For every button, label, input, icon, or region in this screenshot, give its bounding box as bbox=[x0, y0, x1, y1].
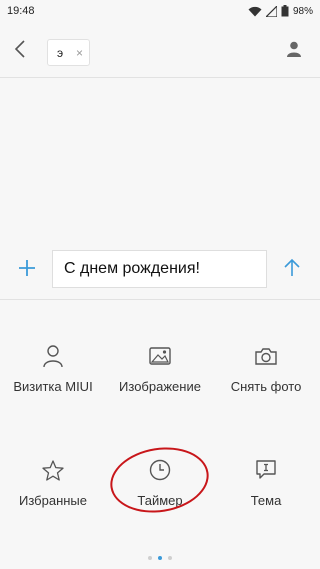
back-button[interactable] bbox=[6, 37, 34, 65]
attach-label: Снять фото bbox=[230, 379, 302, 394]
recipient-chip[interactable]: э × bbox=[47, 39, 90, 66]
attach-miui-card[interactable]: Визитка MIUI bbox=[0, 343, 106, 413]
attach-timer[interactable]: Таймер bbox=[107, 457, 213, 527]
battery-icon bbox=[281, 5, 289, 17]
subject-icon bbox=[253, 457, 279, 483]
clock-icon bbox=[147, 457, 173, 483]
status-time: 19:48 bbox=[7, 5, 35, 17]
attach-label: Тема bbox=[250, 493, 282, 508]
camera-icon bbox=[253, 343, 279, 369]
battery-level: 98% bbox=[292, 5, 313, 17]
page-indicator bbox=[0, 556, 320, 564]
contact-icon bbox=[287, 41, 301, 62]
plus-icon bbox=[19, 259, 35, 281]
attach-favorites[interactable]: Избранные bbox=[0, 457, 106, 527]
attachment-panel: Визитка MIUI Изображение Снять фото Избр… bbox=[0, 301, 320, 569]
contacts-button[interactable] bbox=[282, 39, 306, 63]
image-icon bbox=[147, 343, 173, 369]
attach-label: Избранные bbox=[19, 493, 87, 508]
back-arrow-icon bbox=[14, 39, 26, 63]
send-button[interactable] bbox=[280, 257, 304, 281]
conversation-header: э × bbox=[0, 22, 320, 78]
compose-bar: С днем рождения! bbox=[0, 242, 320, 300]
attach-label: Изображение bbox=[119, 379, 201, 394]
attach-subject[interactable]: Тема bbox=[213, 457, 319, 527]
page-dot-active bbox=[158, 556, 162, 560]
attach-image[interactable]: Изображение bbox=[107, 343, 213, 413]
attach-label: Таймер bbox=[137, 493, 183, 508]
wifi-icon bbox=[248, 6, 262, 17]
star-icon bbox=[40, 457, 66, 483]
status-icons: 98% bbox=[248, 5, 313, 17]
person-icon bbox=[40, 343, 66, 369]
remove-recipient-icon[interactable]: × bbox=[76, 47, 83, 59]
page-dot bbox=[168, 556, 172, 560]
attach-button[interactable] bbox=[14, 257, 40, 283]
message-input[interactable]: С днем рождения! bbox=[52, 250, 267, 288]
sim-signal-icon bbox=[265, 5, 277, 17]
recipient-name: э bbox=[57, 45, 64, 60]
attach-take-photo[interactable]: Снять фото bbox=[213, 343, 319, 413]
status-bar: 19:48 98% bbox=[0, 0, 320, 22]
send-arrow-icon bbox=[284, 258, 300, 281]
message-thread[interactable] bbox=[0, 79, 320, 242]
attach-label: Визитка MIUI bbox=[13, 379, 93, 394]
page-dot bbox=[148, 556, 152, 560]
